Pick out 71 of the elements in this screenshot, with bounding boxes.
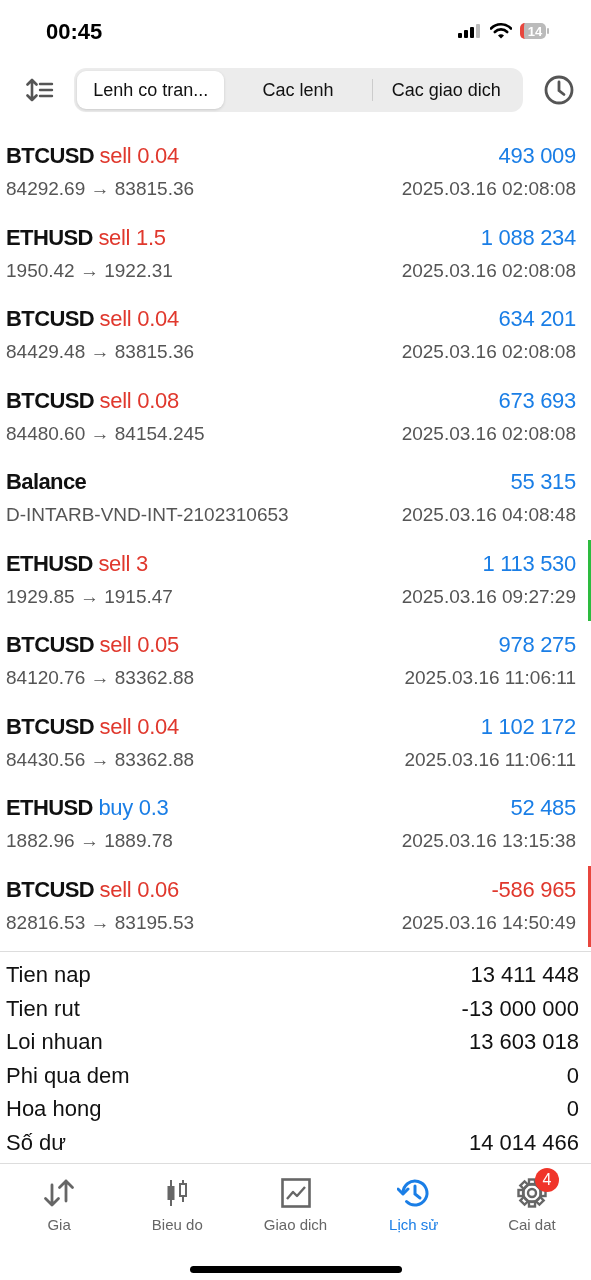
profit-value: 673 693: [497, 387, 576, 414]
deal-title: ETHUSD sell 1.5: [6, 224, 167, 251]
deal-time: 2025.03.16 11:06:11: [404, 748, 576, 771]
signal-icon: [458, 24, 482, 39]
deal-title: ETHUSD buy 0.3: [6, 795, 170, 822]
summary-value: 13 411 448: [470, 962, 579, 989]
nav-tab[interactable]: 4 Cai dat: [472, 1164, 591, 1255]
sort-icon[interactable]: [26, 78, 54, 103]
deal-title: Balance: [6, 469, 88, 496]
clock-time: 00:45: [46, 18, 104, 46]
summary-value: 0: [566, 1096, 579, 1123]
deal-title: BTCUSD sell 0.05: [6, 632, 180, 659]
deal-time: 2025.03.16 02:08:08: [401, 341, 576, 364]
deal-time: 2025.03.16 02:08:08: [401, 259, 576, 282]
clock-icon[interactable]: [543, 74, 575, 107]
price-range: 84429.48 → 83815.36: [6, 341, 196, 364]
profit-value: 1 102 172: [479, 713, 576, 740]
price-range: 82816.53 → 83195.53: [6, 911, 196, 934]
tab[interactable]: Cac giao dich: [372, 71, 520, 110]
deal-time: 2025.03.16 11:06:11: [404, 667, 576, 690]
deal-title: BTCUSD sell 0.06: [6, 876, 180, 903]
deal-time: 2025.03.16 02:08:08: [401, 422, 576, 445]
price-range: 1950.42 → 1922.31: [6, 259, 174, 282]
up-down-arrows-icon: [43, 1179, 76, 1208]
summary-label: Loi nhuan: [6, 1029, 103, 1056]
profit-value: 55 315: [509, 469, 576, 496]
summary-label: Số dư: [6, 1129, 66, 1156]
summary-value: 0: [566, 1062, 579, 1089]
deal-title: BTCUSD sell 0.04: [6, 713, 180, 740]
summary-label: Tien rut: [6, 995, 80, 1022]
deal-title: ETHUSD sell 3: [6, 550, 149, 577]
summary-value: 14 014 466: [468, 1129, 579, 1156]
summary-label: Tien nap: [6, 962, 91, 989]
nav-tab[interactable]: Gia: [0, 1164, 119, 1255]
profit-value: -586 965: [490, 876, 576, 903]
price-range: 84292.69 → 83815.36: [6, 178, 196, 201]
nav-tab[interactable]: Bieu do: [118, 1164, 237, 1255]
profit-value: 1 113 530: [481, 550, 576, 577]
deal-time: 2025.03.16 02:08:08: [401, 178, 576, 201]
nav-tab[interactable]: Lịch sử: [354, 1164, 473, 1255]
summary-label: Phi qua dem: [6, 1062, 130, 1089]
price-range: 84480.60 → 84154.245: [6, 422, 206, 445]
history-icon: [396, 1177, 431, 1210]
summary-value: 13 603 018: [468, 1029, 579, 1056]
tab[interactable]: Lenh co tran...: [77, 71, 225, 110]
nav-tab[interactable]: Giao dich: [236, 1164, 355, 1255]
deal-time: 2025.03.16 14:50:49: [401, 911, 576, 934]
battery-level: 14: [520, 23, 546, 40]
deal-time: 2025.03.16 09:27:29: [401, 585, 576, 608]
profit-value: 634 201: [497, 306, 576, 333]
price-range: 84120.76 → 83362.88: [6, 667, 196, 690]
price-range: 1929.85 → 1915.47: [6, 585, 174, 608]
profit-value: 52 485: [509, 795, 576, 822]
notification-badge: 4: [534, 1168, 559, 1193]
profit-value: 493 009: [497, 143, 576, 170]
tab[interactable]: Cac lenh: [224, 71, 372, 110]
candlestick-icon: [165, 1179, 190, 1208]
deal-title: BTCUSD sell 0.04: [6, 143, 180, 170]
deal-time: 2025.03.16 13:15:38: [401, 830, 576, 853]
deal-title: BTCUSD sell 0.04: [6, 306, 180, 333]
price-range: 84430.56 → 83362.88: [6, 748, 196, 771]
summary-value: -13 000 000: [461, 995, 579, 1022]
deal-title: BTCUSD sell 0.08: [6, 387, 180, 414]
wifi-icon: [490, 23, 512, 40]
deal-time: 2025.03.16 04:08:48: [401, 504, 576, 527]
line-chart-icon: [280, 1178, 311, 1209]
price-range: D-INTARB-VND-INT-2102310653: [6, 504, 290, 527]
price-range: 1882.96 → 1889.78: [6, 830, 174, 853]
summary-label: Hoa hong: [6, 1096, 102, 1123]
profit-value: 1 088 234: [479, 224, 576, 251]
profit-value: 978 275: [497, 632, 576, 659]
